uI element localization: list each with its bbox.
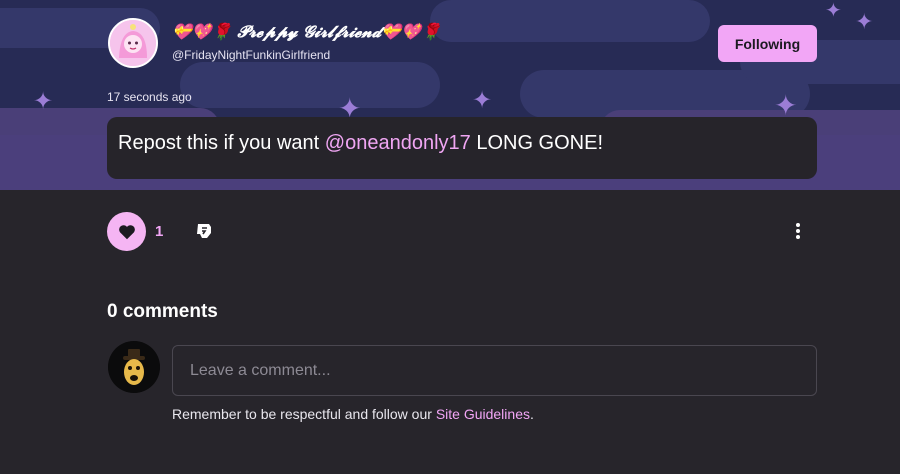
repost-button[interactable]	[194, 221, 214, 241]
more-dot	[796, 223, 800, 227]
more-dot	[796, 229, 800, 233]
user-mention-link[interactable]: @oneandonly17	[325, 132, 471, 154]
current-user-avatar	[108, 341, 160, 393]
heart-icon	[118, 224, 135, 239]
author-avatar[interactable]	[108, 18, 158, 68]
repost-icon	[197, 224, 211, 238]
site-guidelines-link[interactable]: Site Guidelines	[436, 406, 530, 422]
comment-input[interactable]	[172, 345, 817, 396]
comment-guidelines-note: Remember to be respectful and follow our…	[172, 406, 534, 422]
current-user-avatar-image	[108, 341, 160, 393]
guidelines-suffix: .	[529, 406, 534, 422]
sparkle-icon: ✦	[33, 87, 54, 115]
sparkle-icon: ✦	[855, 10, 874, 35]
banner-cloud	[180, 62, 440, 108]
post-timestamp: 17 seconds ago	[107, 90, 192, 104]
guidelines-prefix: Remember to be respectful and follow our	[172, 406, 436, 422]
more-options-button[interactable]	[788, 221, 808, 241]
comments-count-heading: 0 comments	[107, 301, 218, 322]
more-dot	[796, 235, 800, 239]
post-text-end: LONG GONE!	[470, 132, 604, 154]
author-avatar-image	[110, 20, 156, 66]
sparkle-icon: ✦	[774, 89, 798, 122]
sparkle-icon: ✦	[472, 86, 493, 114]
banner-cloud	[430, 0, 710, 42]
sparkle-icon: ✦	[825, 0, 842, 22]
author-display-name[interactable]: 💝💖🌹 𝓟𝓻𝓮𝓹𝓹𝔂 𝓖𝓲𝓻𝓵𝓯𝓻𝓲𝓮𝓷𝓭💝💖🌹	[172, 22, 441, 42]
like-count: 1	[155, 223, 164, 240]
author-handle[interactable]: @FridayNightFunkinGirlfriend	[172, 48, 330, 62]
following-button[interactable]: Following	[718, 25, 817, 62]
post-text-start: Repost this if you want	[118, 132, 325, 154]
like-button[interactable]	[107, 212, 146, 251]
post-content: Repost this if you want @oneandonly17 LO…	[107, 117, 817, 179]
